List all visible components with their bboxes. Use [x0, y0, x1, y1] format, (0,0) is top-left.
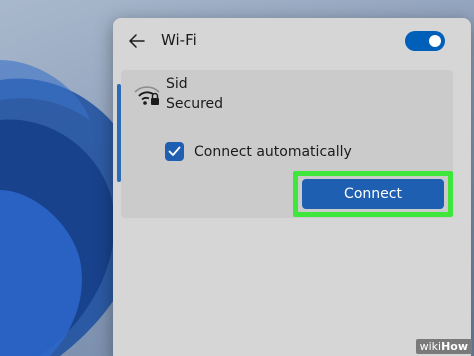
panel-header: Wi-Fi	[113, 18, 471, 66]
watermark-part1: wiki	[419, 340, 442, 353]
wikihow-watermark: wikiHow	[415, 339, 472, 354]
toggle-knob	[429, 35, 441, 47]
wifi-toggle[interactable]	[405, 31, 445, 51]
check-icon	[168, 146, 181, 156]
network-item-selected[interactable]: Sid Secured Connect automatically Connec…	[117, 70, 453, 218]
connect-automatically-checkbox[interactable]: Connect automatically	[165, 142, 352, 161]
watermark-part2: How	[441, 340, 468, 353]
connect-automatically-label: Connect automatically	[194, 143, 352, 160]
network-security-status: Secured	[166, 96, 224, 112]
connect-button[interactable]: Connect	[302, 179, 444, 209]
selection-indicator	[117, 84, 121, 182]
checkbox-box[interactable]	[165, 142, 184, 161]
back-arrow-icon	[129, 34, 145, 48]
wifi-secured-icon	[134, 86, 160, 105]
network-name: Sid	[166, 76, 188, 92]
wifi-flyout-panel: Wi-Fi Sid Secured Connect automatically …	[113, 18, 471, 356]
panel-title: Wi-Fi	[161, 31, 197, 49]
back-button[interactable]	[127, 31, 147, 51]
